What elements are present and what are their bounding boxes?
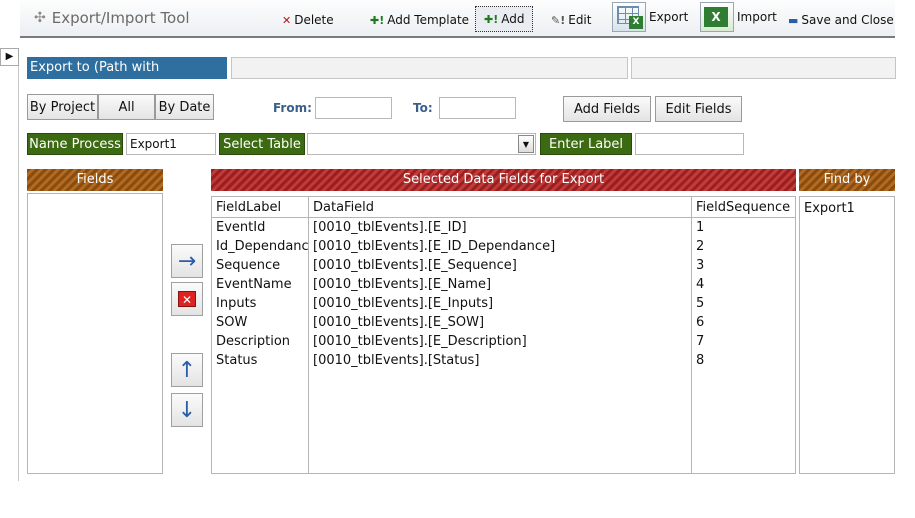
field-sequence-cell[interactable]: 6: [692, 313, 796, 332]
to-date-input[interactable]: [439, 97, 516, 119]
up-arrow-icon: ↑: [177, 357, 197, 383]
field-label-cell[interactable]: Inputs: [212, 294, 308, 313]
window-title: ✣ Export/Import Tool: [34, 9, 190, 27]
select-table-dropdown[interactable]: ▼: [307, 133, 536, 155]
fieldsequence-column: FieldSequence 12345678: [692, 197, 796, 473]
export-label: Export: [649, 10, 689, 24]
field-sequence-cell[interactable]: 8: [692, 351, 796, 370]
field-label-cell[interactable]: SOW: [212, 313, 308, 332]
field-sequence-cell[interactable]: 7: [692, 332, 796, 351]
export-path-field-2[interactable]: [631, 57, 896, 79]
record-selector-icon[interactable]: ▶: [0, 48, 19, 66]
field-label-cell[interactable]: EventId: [212, 218, 308, 237]
add-template-icon: ✚!: [370, 13, 385, 27]
column-header[interactable]: FieldSequence: [692, 197, 796, 218]
field-sequence-cell[interactable]: 3: [692, 256, 796, 275]
add-template-button[interactable]: ✚! Add Template: [370, 7, 469, 33]
record-selector-bar: [0, 48, 19, 481]
field-sequence-cell[interactable]: 1: [692, 218, 796, 237]
from-label: From:: [273, 101, 312, 115]
save-close-label: Save and Close: [801, 13, 894, 27]
fields-list[interactable]: [27, 193, 163, 474]
field-label-cell[interactable]: Status: [212, 351, 308, 370]
by-project-button[interactable]: By Project: [27, 94, 98, 120]
select-table-label: Select Table: [219, 133, 305, 155]
field-label-cell[interactable]: Sequence: [212, 256, 308, 275]
delete-button[interactable]: ✕ Delete: [282, 7, 334, 33]
data-field-cell[interactable]: [0010_tblEvents].[E_Inputs]: [309, 294, 691, 313]
data-field-cell[interactable]: [0010_tblEvents].[E_Sequence]: [309, 256, 691, 275]
export-path-field[interactable]: [231, 57, 628, 79]
import-label: Import: [737, 10, 777, 24]
field-label-cell[interactable]: EventName: [212, 275, 308, 294]
export-path-label: Export to (Path with FileName): [27, 57, 227, 97]
delete-x-icon: ✕: [178, 291, 196, 307]
selected-fields-header: Selected Data Fields for Export: [211, 169, 796, 191]
export-button[interactable]: X Export: [612, 2, 689, 32]
edit-button[interactable]: ✎! Edit: [551, 7, 591, 33]
enter-label-input[interactable]: [635, 133, 744, 155]
data-field-cell[interactable]: [0010_tblEvents].[E_ID_Dependance]: [309, 237, 691, 256]
find-by-list[interactable]: Export1: [799, 196, 895, 474]
data-field-cell[interactable]: [0010_tblEvents].[E_Description]: [309, 332, 691, 351]
field-sequence-cell[interactable]: 5: [692, 294, 796, 313]
move-icon: ✣: [34, 10, 46, 26]
import-button[interactable]: X Import: [700, 2, 777, 32]
delete-label: Delete: [294, 13, 334, 27]
move-up-button[interactable]: ↑: [171, 353, 203, 387]
edit-icon: ✎!: [551, 13, 566, 27]
fields-header: Fields: [27, 169, 163, 191]
edit-fields-button[interactable]: Edit Fields: [655, 96, 742, 122]
find-by-header: Find by: [799, 169, 895, 191]
field-sequence-cell[interactable]: 4: [692, 275, 796, 294]
delete-icon: ✕: [282, 13, 292, 27]
field-label-cell[interactable]: Description: [212, 332, 308, 351]
name-process-input[interactable]: Export1: [126, 133, 216, 155]
add-icon: ✚!: [484, 12, 499, 26]
field-sequence-cell[interactable]: 2: [692, 237, 796, 256]
name-process-label: Name Process: [27, 133, 123, 155]
all-button[interactable]: All: [98, 94, 155, 120]
column-header[interactable]: DataField: [309, 197, 691, 218]
edit-label: Edit: [568, 13, 592, 27]
by-date-button[interactable]: By Date: [155, 94, 214, 120]
data-field-cell[interactable]: [0010_tblEvents].[E_ID]: [309, 218, 691, 237]
title-text: Export/Import Tool: [51, 9, 190, 27]
move-down-button[interactable]: ↓: [171, 393, 203, 427]
toolbar: ✣ Export/Import Tool ✕ Delete ✚! Add Tem…: [20, 0, 895, 38]
add-button[interactable]: ✚! Add: [475, 6, 534, 32]
selected-fields-table[interactable]: FieldLabel EventId Id_Dependance Sequence E…: [211, 196, 796, 474]
find-by-item[interactable]: Export1: [804, 200, 890, 218]
fieldlabel-column: FieldLabel EventId Id_Dependance Sequence E…: [212, 197, 309, 473]
data-field-cell[interactable]: [0010_tblEvents].[Status]: [309, 351, 691, 370]
export-icon: X: [612, 2, 646, 32]
save-close-button[interactable]: ▬ Save and Close: [788, 7, 894, 33]
datafield-column: DataField [0010_tblEvents].[E_ID] [0010_t…: [309, 197, 692, 473]
from-date-input[interactable]: [315, 97, 392, 119]
save-icon: ▬: [788, 13, 799, 27]
right-arrow-icon: →: [177, 248, 197, 274]
enter-label-label: Enter Label: [540, 133, 632, 155]
to-label: To:: [413, 101, 433, 115]
add-template-label: Add Template: [387, 13, 470, 27]
chevron-down-icon[interactable]: ▼: [518, 135, 534, 153]
add-label: Add: [501, 12, 525, 26]
field-label-cell[interactable]: Id_Dependance: [212, 237, 308, 256]
move-right-button[interactable]: →: [171, 244, 203, 278]
data-field-cell[interactable]: [0010_tblEvents].[E_Name]: [309, 275, 691, 294]
import-icon: X: [700, 2, 734, 32]
remove-field-button[interactable]: ✕: [171, 282, 203, 316]
column-header[interactable]: FieldLabel: [212, 197, 308, 218]
data-field-cell[interactable]: [0010_tblEvents].[E_SOW]: [309, 313, 691, 332]
down-arrow-icon: ↓: [177, 397, 197, 423]
add-fields-button[interactable]: Add Fields: [563, 96, 651, 122]
